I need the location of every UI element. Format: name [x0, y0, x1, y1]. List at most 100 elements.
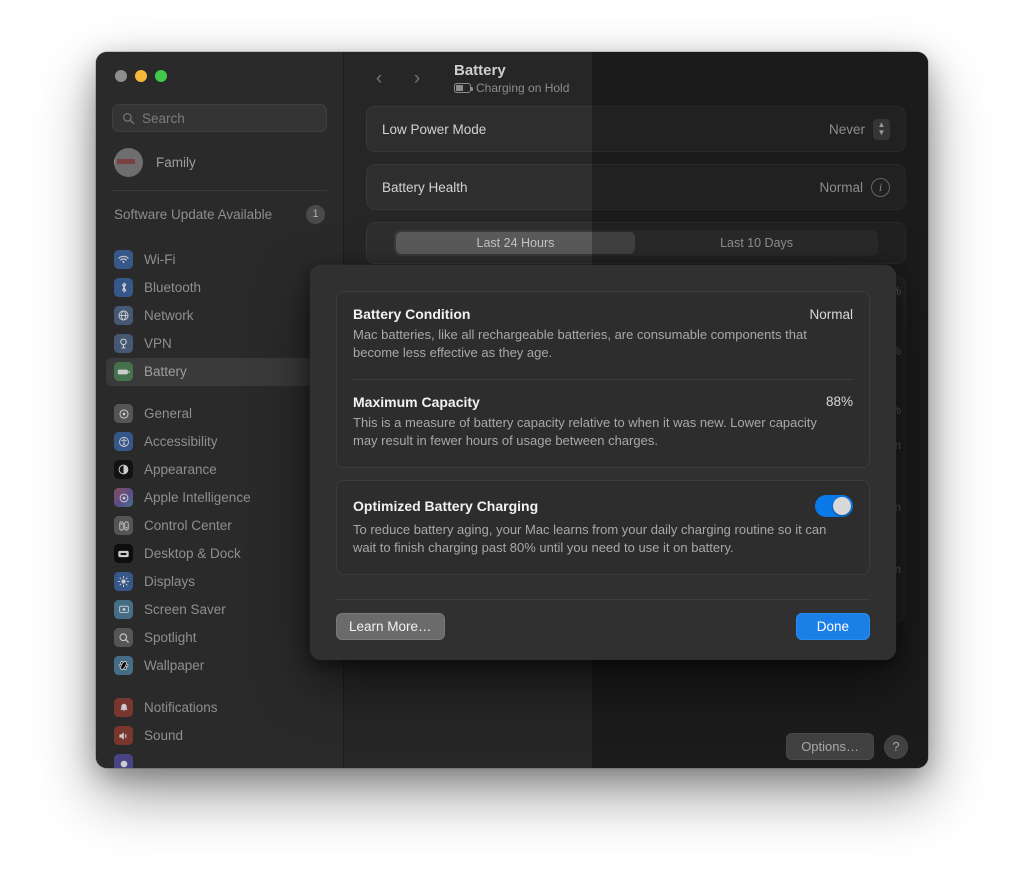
sidebar-item-accessibility[interactable]: Accessibility [106, 428, 333, 456]
sidebar-item-wallpaper[interactable]: Wallpaper [106, 652, 333, 680]
displays-icon [114, 572, 133, 591]
control-center-icon [114, 516, 133, 535]
maximum-capacity-description: This is a measure of battery capacity re… [353, 414, 817, 449]
sidebar-item-wi-fi[interactable]: Wi-Fi [106, 246, 333, 274]
battery-icon [114, 362, 133, 381]
screen-saver-icon [114, 600, 133, 619]
software-update-label: Software Update Available [114, 206, 273, 222]
sound-icon [114, 726, 133, 745]
sidebar-scroll[interactable]: TN Family Software Update Available 1 [96, 132, 343, 768]
battery-condition-title: Battery Condition [353, 306, 471, 322]
sidebar-item-label: Sound [144, 728, 184, 743]
optimized-charging-head: Optimized Battery Charging [353, 494, 853, 517]
appearance-icon [114, 460, 133, 479]
sidebar-item-partial[interactable] [106, 750, 333, 768]
battery-condition-head: Battery Condition Normal [353, 306, 853, 322]
avatar-initials: TN [114, 155, 116, 167]
close-button[interactable] [115, 70, 127, 82]
sidebar-item-spotlight[interactable]: Spotlight [106, 624, 333, 652]
system-settings-window: TN Family Software Update Available 1 [96, 52, 928, 768]
notifications-icon [114, 698, 133, 717]
sidebar-item-network[interactable]: Network [106, 302, 333, 330]
sheet-body: Battery Condition Normal Mac batteries, … [310, 265, 896, 600]
focus-icon [114, 754, 133, 768]
maximum-capacity-section: Maximum Capacity 88% This is a measure o… [353, 378, 853, 467]
page-subtitle-row: Charging on Hold [454, 80, 570, 95]
network-icon [114, 306, 133, 325]
sidebar-item-desktop-and-dock[interactable]: Desktop & Dock [106, 540, 333, 568]
sidebar-item-label: Spotlight [144, 630, 197, 645]
sidebar-group-network: Wi-Fi Bluetooth Network VPN Battery [106, 246, 333, 386]
vpn-icon [114, 334, 133, 353]
sidebar-item-label: Desktop & Dock [144, 546, 241, 561]
sidebar-item-label: Screen Saver [144, 602, 226, 617]
done-button[interactable]: Done [795, 613, 870, 641]
battery-health-sheet: Battery Condition Normal Mac batteries, … [310, 265, 896, 661]
chevron-left-icon[interactable]: ‹ [366, 66, 392, 92]
sidebar-item-screen-saver[interactable]: Screen Saver [106, 596, 333, 624]
screenshot-root: TN Family Software Update Available 1 [0, 0, 1024, 872]
sidebar-item-label: Notifications [144, 700, 218, 715]
sidebar-group-alerts: Notifications Sound [106, 694, 333, 768]
sidebar-item-label: Wallpaper [144, 658, 205, 673]
minimize-button[interactable] [135, 70, 147, 82]
apple-intelligence-icon [114, 488, 133, 507]
sidebar-item-label: Accessibility [144, 434, 218, 449]
maximum-capacity-value: 88% [825, 394, 853, 410]
sidebar-item-label: Battery [144, 364, 187, 379]
sidebar-item-notifications[interactable]: Notifications [106, 694, 333, 722]
sidebar-item-label: Network [144, 308, 194, 323]
optimized-charging-card: Optimized Battery Charging To reduce bat… [336, 479, 870, 575]
optimized-charging-description: To reduce battery aging, your Mac learns… [353, 521, 827, 556]
optimized-charging-toggle[interactable] [815, 494, 853, 517]
avatar: TN [114, 148, 143, 177]
sidebar-item-general[interactable]: General [106, 400, 333, 428]
sidebar-item-label: Wi-Fi [144, 252, 176, 267]
sidebar-item-label: General [144, 406, 193, 421]
battery-condition-value: Normal [809, 306, 853, 322]
sidebar-item-battery[interactable]: Battery [106, 357, 333, 386]
optimized-charging-title: Optimized Battery Charging [353, 497, 539, 514]
sidebar-item-appearance[interactable]: Appearance [106, 456, 333, 484]
software-update-badge: 1 [306, 204, 325, 224]
maximum-capacity-title: Maximum Capacity [353, 393, 480, 410]
sidebar-group-system: General Accessibility Appearance Apple I… [106, 400, 333, 680]
sidebar-item-label: Bluetooth [144, 280, 202, 295]
sidebar-item-account[interactable]: TN Family [106, 138, 333, 187]
sidebar-item-displays[interactable]: Displays [106, 568, 333, 596]
search-input[interactable] [142, 110, 317, 126]
sidebar-item-apple-intelligence[interactable]: Apple Intelligence [106, 484, 333, 512]
sidebar-item-label: Apple Intelligence [144, 490, 251, 505]
optimized-charging-section: Optimized Battery Charging To reduce bat… [353, 481, 853, 574]
battery-info-card: Battery Condition Normal Mac batteries, … [336, 291, 870, 468]
sidebar-item-software-update[interactable]: Software Update Available 1 [106, 194, 333, 235]
page-subtitle: Charging on Hold [476, 80, 570, 95]
toggle-knob [833, 496, 851, 515]
zoom-button[interactable] [155, 70, 167, 82]
wallpaper-icon [114, 656, 133, 675]
search-box[interactable] [112, 104, 327, 132]
sidebar-item-label: Control Center [144, 518, 232, 533]
sidebar-item-bluetooth[interactable]: Bluetooth [106, 274, 333, 302]
battery-health-label: Battery Health [382, 179, 468, 195]
account-name: Family [156, 155, 196, 170]
bluetooth-icon [114, 278, 133, 297]
chevron-right-icon[interactable]: › [404, 66, 430, 92]
window-traffic-lights [96, 52, 343, 98]
battery-charging-icon [454, 83, 474, 94]
sidebar-search-area [96, 98, 343, 132]
battery-condition-description: Mac batteries, like all rechargeable bat… [353, 327, 807, 361]
sidebar-item-control-center[interactable]: Control Center [106, 512, 333, 540]
battery-condition-section: Battery Condition Normal Mac batteries, … [353, 292, 853, 379]
sidebar-item-sound[interactable]: Sound [106, 722, 333, 750]
sidebar-item-label: VPN [144, 336, 172, 351]
learn-more-button[interactable]: Learn More… [336, 613, 445, 641]
page-title: Battery [454, 61, 506, 79]
maximum-capacity-head: Maximum Capacity 88% [353, 394, 853, 410]
low-power-mode-label: Low Power Mode [382, 121, 487, 137]
sidebar-item-label: Appearance [144, 462, 217, 477]
sidebar-item-vpn[interactable]: VPN [106, 330, 333, 358]
sidebar-item-label: Displays [144, 574, 196, 589]
wifi-icon [114, 250, 133, 269]
general-icon [114, 404, 133, 423]
